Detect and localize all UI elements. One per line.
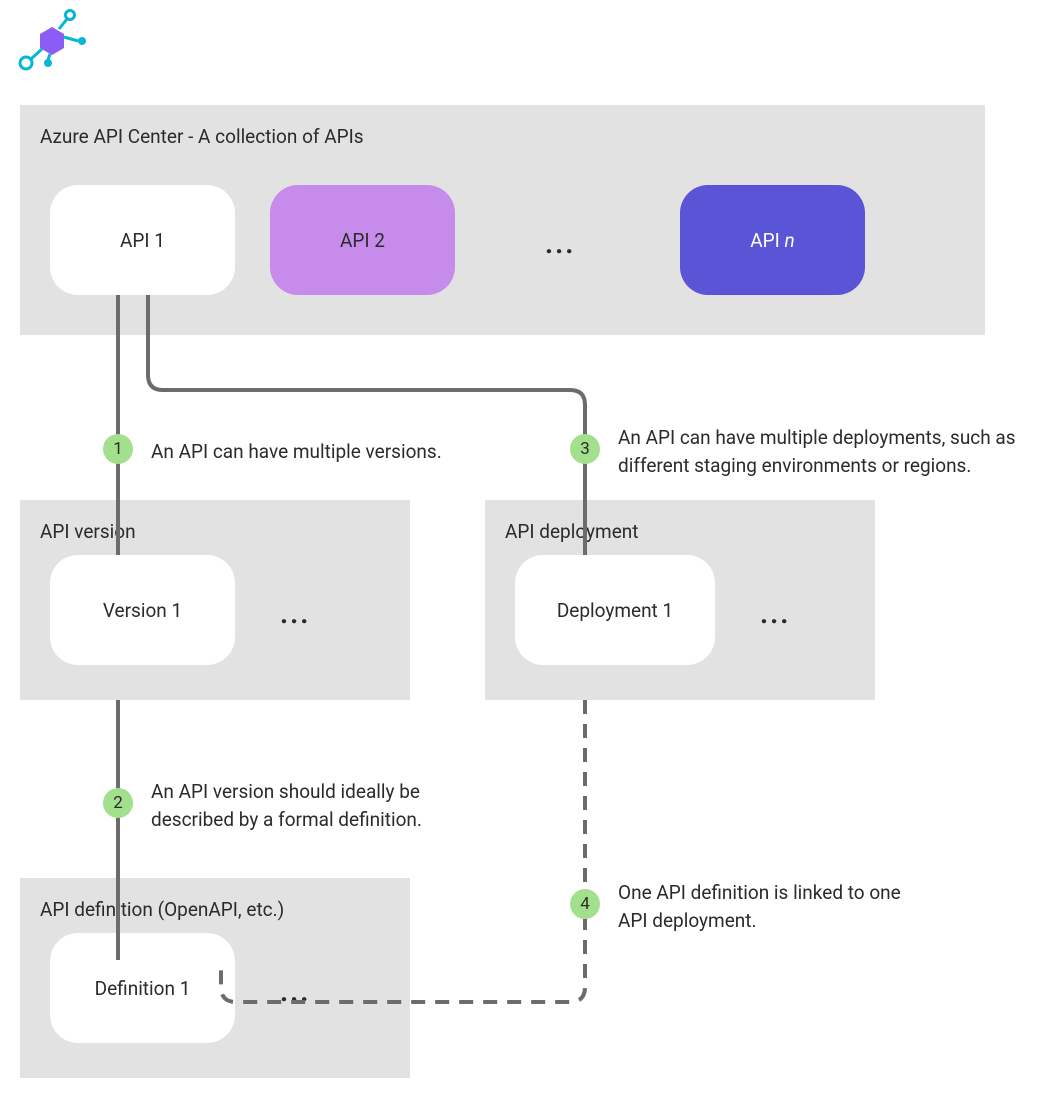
definition-dots: ... [280, 975, 310, 1008]
badge-1: 1 [103, 434, 133, 464]
definition-1-node: Definition 1 [50, 933, 235, 1043]
badge-2: 2 [103, 788, 133, 818]
badge-4: 4 [570, 889, 600, 919]
badge-3: 3 [570, 434, 600, 464]
version-1-node: Version 1 [50, 555, 235, 665]
deployment-panel-title: API deployment [505, 520, 855, 543]
version-1-label: Version 1 [103, 599, 182, 622]
api-2-label: API 2 [340, 229, 385, 252]
definition-panel-title: API definition (OpenAPI, etc.) [40, 898, 390, 921]
annotation-1: An API can have multiple versions. [151, 438, 491, 466]
api-1-node: API 1 [50, 185, 235, 295]
api-n-node: API n [680, 185, 865, 295]
api-1-label: API 1 [120, 229, 165, 252]
deployment-1-label: Deployment 1 [557, 599, 673, 622]
definition-1-label: Definition 1 [95, 977, 191, 1000]
annotation-2: An API version should ideally be describ… [151, 778, 461, 833]
annotation-3: An API can have multiple deployments, su… [618, 424, 1018, 479]
version-panel-title: API version [40, 520, 390, 543]
version-dots: ... [280, 597, 310, 630]
top-panel-title: Azure API Center - A collection of APIs [40, 125, 965, 148]
api-n-label: API n [750, 229, 794, 252]
deployment-1-node: Deployment 1 [515, 555, 715, 665]
deployment-dots: ... [760, 597, 790, 630]
annotation-4: One API definition is linked to one API … [618, 879, 918, 934]
diagram-canvas: Azure API Center - A collection of APIs … [0, 0, 1047, 1113]
top-dots: ... [545, 227, 575, 260]
azure-api-center-logo-icon [12, 5, 92, 75]
api-2-node: API 2 [270, 185, 455, 295]
